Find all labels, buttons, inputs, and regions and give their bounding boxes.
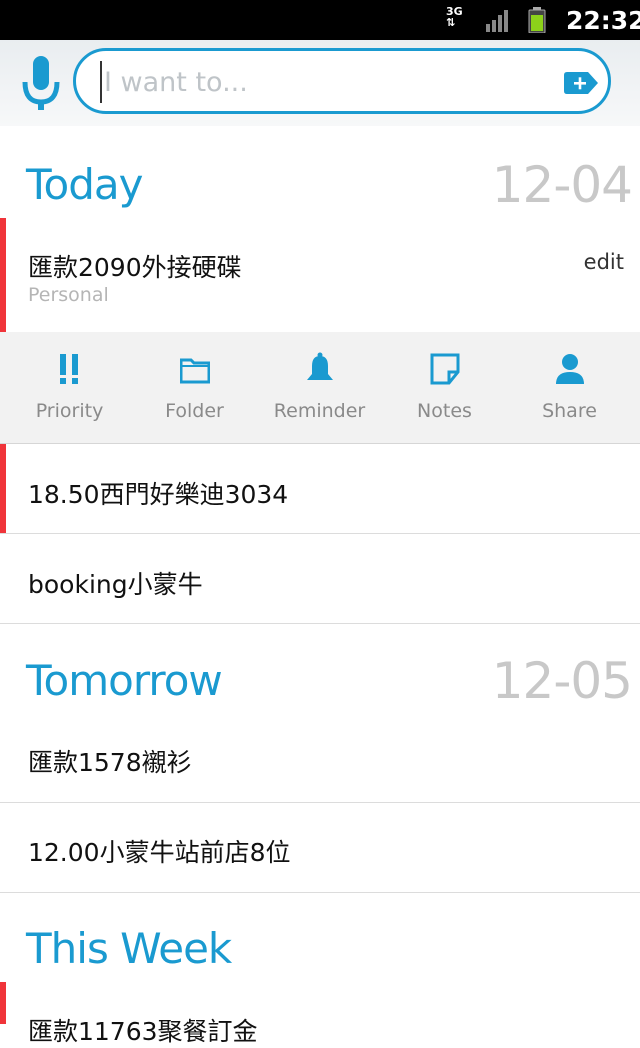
- section-title: Today: [26, 160, 143, 209]
- section-title: Tomorrow: [26, 656, 223, 705]
- task-input[interactable]: [100, 61, 546, 103]
- priority-flag: [0, 444, 6, 533]
- section-title: This Week: [26, 924, 232, 973]
- person-icon: [556, 354, 584, 384]
- quick-add-bar: [0, 40, 640, 126]
- task-row[interactable]: 18.50西門好樂迪3034: [0, 444, 640, 534]
- priority-icon: [60, 354, 78, 384]
- battery-icon: [528, 7, 546, 33]
- note-icon: [430, 353, 460, 385]
- task-title: booking小蒙牛: [28, 570, 203, 599]
- status-bar: 3G ⇅ 22:32: [0, 0, 640, 40]
- task-category: Personal: [28, 284, 109, 306]
- task-input-container: [73, 48, 611, 114]
- task-title: 12.00小蒙牛站前店8位: [28, 838, 291, 867]
- bell-icon: [307, 352, 333, 380]
- signal-icon: [486, 10, 508, 32]
- task-row[interactable]: 12.00小蒙牛站前店8位: [0, 803, 640, 893]
- reminder-button[interactable]: Reminder: [257, 332, 382, 444]
- task-title: 匯款1578襯衫: [28, 748, 192, 777]
- reminder-label: Reminder: [273, 400, 366, 422]
- edit-link[interactable]: edit: [584, 250, 624, 274]
- folder-icon: [180, 358, 210, 384]
- task-title: 18.50西門好樂迪3034: [28, 480, 289, 509]
- priority-button[interactable]: Priority: [7, 332, 132, 444]
- share-button[interactable]: Share: [507, 332, 632, 444]
- share-label: Share: [542, 400, 597, 422]
- network-indicator: 3G ⇅: [446, 5, 463, 29]
- section-date: 12-05: [491, 652, 633, 710]
- add-task-icon[interactable]: [564, 72, 598, 94]
- task-row[interactable]: 匯款2090外接硬碟 Personal edit: [0, 218, 640, 332]
- folder-button[interactable]: Folder: [132, 332, 257, 444]
- task-row[interactable]: 匯款11763聚餐訂金: [0, 982, 640, 1046]
- priority-flag: [0, 982, 6, 1024]
- task-row[interactable]: 匯款1578襯衫: [0, 713, 640, 803]
- task-title: 匯款11763聚餐訂金: [28, 1017, 258, 1046]
- microphone-icon[interactable]: [22, 56, 60, 112]
- folder-label: Folder: [165, 400, 224, 422]
- section-date: 12-04: [491, 156, 633, 214]
- priority-label: Priority: [35, 400, 104, 422]
- priority-flag: [0, 218, 6, 332]
- notes-label: Notes: [417, 400, 472, 422]
- task-action-bar: Priority Folder Reminder Notes Share: [0, 332, 640, 444]
- task-title: 匯款2090外接硬碟: [28, 253, 242, 282]
- notes-button[interactable]: Notes: [382, 332, 507, 444]
- task-row[interactable]: booking小蒙牛: [0, 534, 640, 624]
- clock: 22:32: [566, 6, 640, 35]
